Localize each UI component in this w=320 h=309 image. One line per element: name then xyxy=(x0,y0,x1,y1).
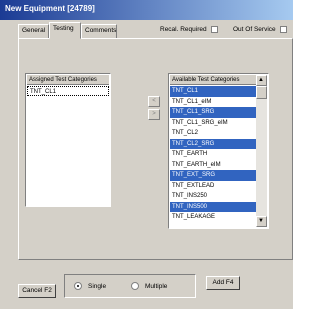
add-category-button[interactable]: > xyxy=(148,109,160,120)
radio-single-dot[interactable] xyxy=(74,282,82,290)
available-list-item[interactable]: TNT_EXTLEAD xyxy=(170,181,256,192)
mode-radio-group: Single Multiple xyxy=(64,274,196,298)
scroll-down-button[interactable]: ▼ xyxy=(256,216,267,227)
window-title: New Equipment [24789] xyxy=(5,4,95,13)
available-list-item[interactable]: TNT_CL1_SRG_eIM xyxy=(170,118,256,129)
recal-required-checkbox[interactable]: Recal. Required xyxy=(160,26,218,33)
out-of-service-label: Out Of Service xyxy=(233,26,276,33)
available-list-item[interactable]: TNT_CL1_SRG xyxy=(170,107,256,118)
available-list-item[interactable]: TNT_INS250 xyxy=(170,191,256,202)
assigned-list-item[interactable]: TNT_CL1 xyxy=(27,86,109,96)
arrow-down-icon: ▼ xyxy=(258,218,264,224)
available-list-item[interactable]: TNT_LEAKAGE xyxy=(170,212,256,223)
available-categories-list[interactable]: Available Test Categories TNT_CL1 TNT_CL1… xyxy=(168,73,269,229)
tab-comments[interactable]: Comments xyxy=(81,24,117,38)
radio-single[interactable]: Single xyxy=(74,282,106,290)
available-list-item[interactable]: TNT_EARTH_eIM xyxy=(170,160,256,171)
tab-testing[interactable]: Testing xyxy=(49,22,81,39)
add-button[interactable]: Add F4 xyxy=(206,276,240,290)
radio-single-label: Single xyxy=(88,282,107,290)
recal-required-box[interactable] xyxy=(210,26,218,33)
title-bar: New Equipment [24789] xyxy=(0,0,293,20)
cancel-button[interactable]: Cancel F2 xyxy=(18,284,56,298)
scrollbar-thumb[interactable] xyxy=(256,86,267,99)
tab-general[interactable]: General xyxy=(18,24,49,38)
arrow-up-icon: ▲ xyxy=(258,77,264,83)
available-list-item[interactable]: TNT_CL2 xyxy=(170,128,256,139)
remove-category-button[interactable]: < xyxy=(148,96,160,107)
available-list-item[interactable]: TNT_EARTH xyxy=(170,149,256,160)
footer-bar: Cancel F2 Single Multiple Add F4 xyxy=(6,266,291,302)
vertical-scrollbar[interactable]: ▲ ▼ xyxy=(256,75,267,227)
assigned-categories-list[interactable]: Assigned Test Categories TNT_CL1 xyxy=(25,73,111,207)
available-list-header: Available Test Categories xyxy=(170,75,267,85)
equipment-window: New Equipment [24789] General Testing Co… xyxy=(0,0,293,309)
radio-multiple-dot[interactable] xyxy=(131,282,139,290)
available-list-item[interactable]: TNT_CL1 xyxy=(170,86,256,97)
available-list-item[interactable]: TNT_CL1_eIM xyxy=(170,97,256,108)
scroll-up-button[interactable]: ▲ xyxy=(256,75,267,86)
recal-required-label: Recal. Required xyxy=(160,26,207,33)
available-list-item[interactable]: TNT_INS500 xyxy=(170,201,256,212)
assigned-list-header: Assigned Test Categories xyxy=(27,75,109,85)
radio-multiple-label: Multiple xyxy=(145,282,168,290)
available-items: TNT_CL1 TNT_CL1_eIM TNT_CL1_SRG TNT_CL1_SRG… xyxy=(170,86,256,223)
out-of-service-box[interactable] xyxy=(279,26,287,33)
assigned-items: TNT_CL1 xyxy=(27,86,109,96)
available-list-item[interactable]: TNT_CL2_SRG xyxy=(170,138,256,149)
out-of-service-checkbox[interactable]: Out Of Service xyxy=(233,26,287,33)
radio-multiple[interactable]: Multiple xyxy=(131,282,167,290)
available-list-item[interactable]: TNT_EXT_SRG xyxy=(170,170,256,181)
